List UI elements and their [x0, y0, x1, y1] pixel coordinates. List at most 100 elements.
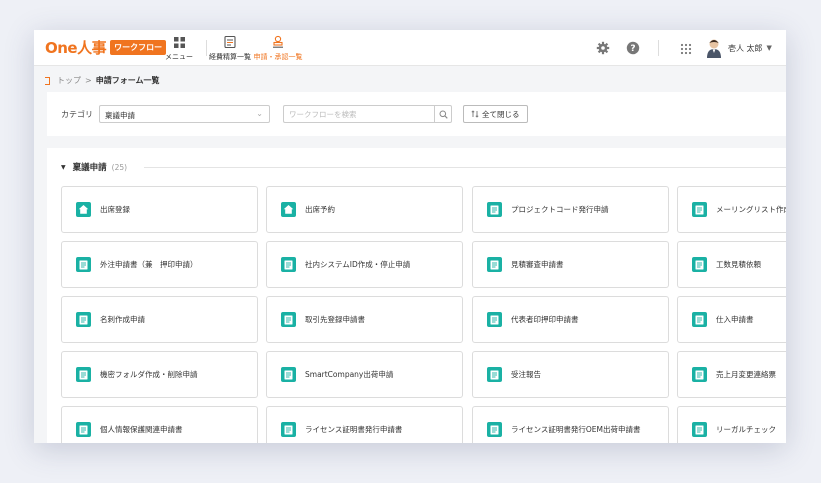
collapse-all-button[interactable]: 全て閉じる [463, 105, 528, 123]
sort-arrows-icon [471, 110, 479, 118]
form-card-label: 売上月変更連絡票 [716, 370, 776, 379]
nav-expense-label: 経費精算一覧 [209, 53, 251, 61]
caret-down-icon: ▼ [766, 44, 772, 52]
form-card[interactable]: 工数見積依頼 [677, 241, 786, 288]
nav-approval-label: 申請・承認一覧 [253, 53, 303, 61]
breadcrumb-current: 申請フォーム一覧 [95, 76, 160, 85]
document-icon [487, 367, 502, 382]
document-icon [487, 257, 502, 272]
form-card-label: 名刺作成申請 [100, 315, 145, 324]
logo-badge: ワークフロー [110, 40, 167, 55]
nav-menu[interactable]: メニュー [162, 34, 196, 62]
search-button[interactable] [434, 105, 452, 123]
document-icon [76, 367, 91, 382]
avatar [707, 39, 721, 58]
form-card[interactable]: 売上月変更連絡票 [677, 351, 786, 398]
form-card-label: 代表者印押印申請書 [511, 315, 579, 324]
form-card[interactable]: ライセンス証明書発行申請書 [266, 406, 463, 443]
document-icon [692, 422, 707, 437]
grid-menu-icon [162, 34, 196, 50]
form-card[interactable]: 出席登録 [61, 186, 258, 233]
app-logo[interactable]: One人事 ワークフロー [45, 37, 167, 58]
document-icon [281, 312, 296, 327]
search-input[interactable] [283, 105, 434, 123]
form-card-label: 受注報告 [511, 370, 541, 379]
form-card[interactable]: プロジェクトコード発行申請 [472, 186, 669, 233]
gear-icon[interactable] [596, 40, 610, 55]
form-card[interactable]: メーリングリスト作成申請 [677, 186, 786, 233]
form-card-label: 工数見積依頼 [716, 260, 761, 269]
form-card-label: メーリングリスト作成申請 [716, 205, 786, 214]
top-header: One人事 ワークフロー メニュー 経費精算一覧 申請・承認一覧 ? 壱人 太郎… [34, 30, 786, 66]
form-card[interactable]: 機密フォルダ作成・削除申請 [61, 351, 258, 398]
form-card[interactable]: SmartCompany出荷申請 [266, 351, 463, 398]
chevron-down-icon: ⌄ [256, 109, 263, 118]
group-divider [144, 167, 786, 168]
form-card-label: 仕入申請書 [716, 315, 754, 324]
nav-menu-label: メニュー [165, 53, 193, 61]
form-card[interactable]: 個人情報保護関連申請書 [61, 406, 258, 443]
document-icon [76, 257, 91, 272]
form-card-label: ライセンス証明書発行申請書 [305, 425, 403, 434]
receipt-icon [208, 34, 252, 50]
form-card[interactable]: 名刺作成申請 [61, 296, 258, 343]
form-card[interactable]: 出席予約 [266, 186, 463, 233]
document-icon [281, 257, 296, 272]
nav-expense-list[interactable]: 経費精算一覧 [208, 34, 252, 62]
form-card-label: 出席予約 [305, 205, 335, 214]
logo-text: One人事 [45, 39, 107, 57]
document-icon [692, 202, 707, 217]
document-icon [692, 257, 707, 272]
svg-text:?: ? [630, 44, 635, 54]
document-icon [487, 422, 502, 437]
nav-approval-list[interactable]: 申請・承認一覧 [253, 34, 303, 62]
apps-grid-icon[interactable] [680, 40, 694, 55]
form-card-label: 社内システムID作成・停止申請 [305, 260, 411, 269]
caret-down-icon: ▼ [61, 163, 66, 171]
document-icon [487, 312, 502, 327]
help-icon[interactable]: ? [626, 40, 640, 55]
stamp-icon [253, 34, 303, 50]
form-card-label: リーガルチェック [716, 425, 776, 434]
group-count: (25) [111, 162, 128, 172]
form-card[interactable]: 代表者印押印申請書 [472, 296, 669, 343]
home-icon [76, 202, 91, 217]
form-card[interactable]: 社内システムID作成・停止申請 [266, 241, 463, 288]
document-icon [76, 422, 91, 437]
document-icon [487, 202, 502, 217]
category-select[interactable]: 稟議申請 ⌄ [99, 105, 270, 123]
group-title: 稟議申請 [72, 163, 107, 173]
document-icon [281, 422, 296, 437]
category-select-value: 稟議申請 [105, 111, 135, 120]
form-card[interactable]: 外注申請書（兼 押印申請） [61, 241, 258, 288]
form-card-label: SmartCompany出荷申請 [305, 370, 394, 379]
nav-divider [206, 40, 207, 56]
home-icon [281, 202, 296, 217]
filter-bar: カテゴリ 稟議申請 ⌄ 全て閉じる [47, 92, 786, 136]
document-icon [692, 312, 707, 327]
breadcrumb-marker-icon [45, 76, 50, 85]
user-name: 壱人 太郎 [728, 43, 763, 53]
form-list-panel: ▼ 稟議申請 (25) 出席登録 出席予約 プロジェクトコード発行申請 メーリングリス… [47, 148, 786, 443]
breadcrumb-home[interactable]: トップ [57, 75, 81, 86]
breadcrumb-separator: > [85, 76, 92, 85]
search-icon [439, 110, 448, 119]
category-label: カテゴリ [61, 109, 93, 119]
group-header[interactable]: ▼ 稟議申請 (25) [61, 161, 128, 174]
collapse-all-label: 全て閉じる [482, 109, 520, 119]
document-icon [76, 312, 91, 327]
form-card-label: 機密フォルダ作成・削除申請 [100, 370, 198, 379]
form-card-label: 出席登録 [100, 205, 130, 214]
form-card[interactable]: 取引先登録申請書 [266, 296, 463, 343]
document-icon [692, 367, 707, 382]
form-card[interactable]: 受注報告 [472, 351, 669, 398]
form-card[interactable]: リーガルチェック [677, 406, 786, 443]
user-menu[interactable]: 壱人 太郎 ▼ [706, 38, 772, 58]
form-card[interactable]: 仕入申請書 [677, 296, 786, 343]
breadcrumb: トップ > 申請フォーム一覧 [34, 66, 786, 88]
form-card-label: 外注申請書（兼 押印申請） [100, 260, 198, 269]
form-card[interactable]: 見積審査申請書 [472, 241, 669, 288]
form-card-label: 取引先登録申請書 [305, 315, 365, 324]
search-group [283, 105, 452, 123]
form-card[interactable]: ライセンス証明書発行OEM出荷申請書 [472, 406, 669, 443]
